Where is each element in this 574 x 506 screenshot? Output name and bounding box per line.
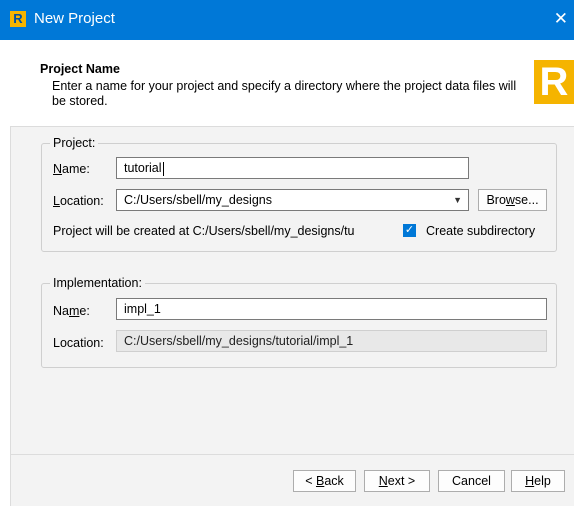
cancel-button[interactable]: Cancel (438, 470, 505, 492)
project-name-input[interactable]: tutorial (116, 157, 469, 179)
implementation-name-input[interactable]: impl_1 (116, 298, 547, 320)
implementation-group: Implementation: Name: impl_1 Location: C… (41, 276, 557, 368)
project-location-label-mnemonic: L (53, 194, 60, 208)
project-name-label-text: ame: (62, 162, 90, 176)
implementation-location-value: C:/Users/sbell/my_designs/tutorial/impl_… (124, 334, 354, 348)
header-panel: Project Name Enter a name for your proje… (10, 40, 574, 127)
create-subdirectory-label: Create subdirectory (426, 224, 536, 238)
project-created-at-text: Project will be created at C:/Users/sbel… (53, 224, 355, 238)
project-location-value: C:/Users/sbell/my_designs (124, 193, 272, 207)
next-button[interactable]: Next > (364, 470, 430, 492)
close-icon[interactable]: ✕ (554, 9, 568, 29)
implementation-name-label: Name: (53, 304, 90, 318)
project-location-dropdown[interactable]: C:/Users/sbell/my_designs ▼ (116, 189, 469, 211)
back-button[interactable]: < Back (293, 470, 356, 492)
project-name-label: Name: (53, 162, 90, 176)
title-bar: R New Project ✕ (0, 0, 574, 40)
implementation-name-value: impl_1 (124, 302, 161, 316)
window-title: New Project (34, 10, 115, 27)
project-group: Project: Name: tutorial Location: C:/Use… (41, 136, 557, 252)
checkmark-icon: ✓ (404, 224, 415, 236)
create-subdirectory-checkbox[interactable]: ✓ (403, 224, 416, 237)
help-button[interactable]: Help (511, 470, 565, 492)
implementation-location-label: Location: (53, 336, 104, 350)
implementation-group-legend: Implementation: (50, 276, 145, 290)
browse-button[interactable]: Browse... (478, 189, 547, 211)
brand-logo-icon: R (534, 60, 574, 104)
dialog-body: Project: Name: tutorial Location: C:/Use… (10, 127, 574, 506)
project-name-value: tutorial (124, 161, 162, 175)
page-title: Project Name (40, 62, 120, 76)
text-caret (162, 161, 164, 176)
project-location-label-text: ocation: (59, 194, 104, 208)
app-logo-icon: R (10, 11, 26, 27)
chevron-down-icon[interactable]: ▼ (453, 190, 462, 210)
project-location-label: Location: (53, 194, 104, 208)
project-name-label-mnemonic: N (53, 162, 63, 176)
project-group-legend: Project: (50, 136, 99, 150)
page-description: Enter a name for your project and specif… (52, 79, 517, 108)
footer-divider (11, 454, 574, 455)
implementation-location-field: C:/Users/sbell/my_designs/tutorial/impl_… (116, 330, 547, 352)
